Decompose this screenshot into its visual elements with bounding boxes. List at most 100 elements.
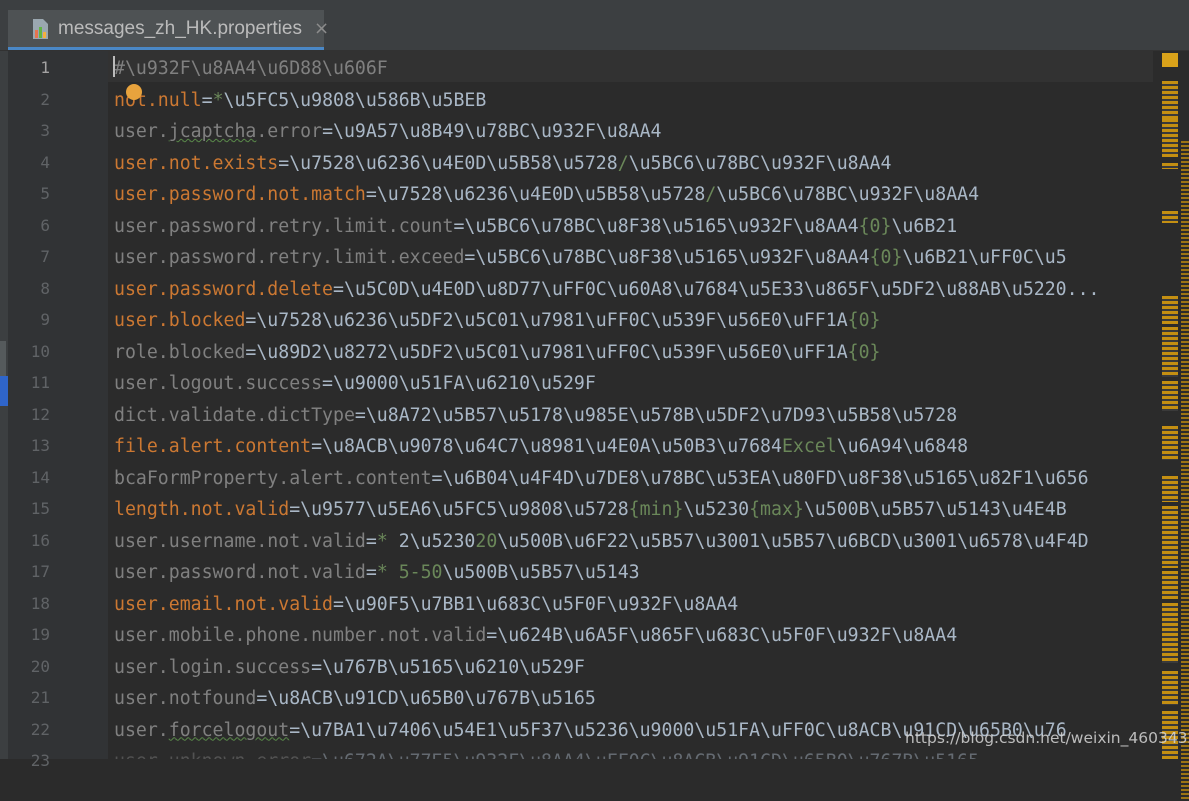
code-line[interactable]: dict.validate.dictType=\u8A72\u5B57\u517… — [114, 400, 957, 431]
line-number: 3 — [40, 121, 50, 140]
code-token: \u500B\u6F22\u5B57\u3001\u5B57\u6BCD\u30… — [497, 530, 1089, 552]
line-number: 16 — [30, 530, 50, 550]
line-number-gutter[interactable]: 1 2 3 4 5 6 7 8 9 10 11 12 13 14 15 16 17 18 19 20 21 22 23 — [8, 51, 108, 770]
line-number: 14 — [30, 467, 50, 487]
strip-active-marker — [0, 376, 8, 406]
code-token: =\u8A72\u5B57\u5178\u985E\u578B\u5DF2\u7… — [354, 404, 958, 426]
code-token: user.logout.success — [114, 373, 323, 394]
code-token: user.not.exists — [114, 152, 279, 174]
code-line[interactable]: user.jcaptcha.error=\u9A57\u8B49\u78BC\u… — [114, 116, 662, 147]
code-token: dict.validate.dictType — [114, 404, 355, 426]
code-token: =\u90F5\u7BB1\u683C\u5F0F\u932F\u8AA4 — [333, 593, 739, 615]
error-stripe-mark[interactable] — [1162, 476, 1178, 502]
code-token: =\u6B04\u4F4D\u7DE8\u78BC\u53EA\u80FD\u8… — [431, 467, 1089, 489]
code-token: {max} — [749, 499, 804, 520]
error-stripe-mark[interactable] — [1162, 381, 1178, 411]
editor-tab-bar: messages_zh_HK.properties × — [0, 0, 1189, 51]
tab-title: messages_zh_HK.properties — [58, 17, 302, 39]
code-line[interactable]: user.mobile.phone.number.not.valid=\u624… — [114, 620, 957, 651]
code-token: \u500B\u5B57\u5143\u4E4B — [803, 499, 1067, 520]
file-tab[interactable]: messages_zh_HK.properties × — [8, 10, 329, 50]
code-token: =\u7528\u6236\u4E0D\u5B58\u5728 — [365, 184, 706, 205]
inspection-status-icon[interactable] — [1162, 53, 1178, 67]
line-number: 13 — [30, 436, 50, 455]
code-token: user.mobile.phone.number.not.valid — [114, 625, 487, 646]
code-line[interactable]: user.logout.success=\u9000\u51FA\u6210\u… — [114, 368, 596, 399]
code-line[interactable]: bcaFormProperty.alert.content=\u6B04\u4F… — [114, 463, 1089, 494]
code-token: .error — [256, 121, 323, 142]
code-line[interactable]: user.blocked=\u7528\u6236\u5DF2\u5C01\u7… — [114, 305, 881, 336]
code-token: =\u9A57\u8B49\u78BC\u932F\u8AA4 — [322, 121, 662, 142]
code-token: {min} — [628, 499, 684, 520]
line-number: 22 — [30, 719, 50, 739]
code-token: user.password.retry.limit.count — [114, 215, 454, 237]
code-token: user.login.success — [114, 656, 312, 678]
error-stripe-mark[interactable] — [1162, 211, 1178, 223]
code-line[interactable]: length.not.valid=\u9577\u5EA6\u5FC5\u980… — [114, 494, 1067, 525]
properties-file-icon — [30, 18, 52, 40]
code-token: =\u7528\u6236\u5DF2\u5C01\u7981\uFF0C\u5… — [245, 310, 848, 331]
code-line[interactable]: user.password.retry.limit.count=\u5BC6\u… — [114, 211, 957, 242]
code-token: =\u624B\u6A5F\u865F\u683C\u5F0F\u932F\u8… — [486, 625, 958, 646]
code-line[interactable]: user.not.exists=\u7528\u6236\u4E0D\u5B58… — [114, 148, 891, 179]
error-stripe-mark[interactable] — [1162, 296, 1178, 324]
code-line[interactable]: user.password.not.valid=* 5-50\u500B\u5B… — [114, 557, 640, 588]
code-line[interactable]: user.password.delete=\u5C0D\u4E0D\u8D77\… — [114, 274, 1100, 305]
code-token: \u5BC6\u78BC\u932F\u8AA4 — [628, 152, 892, 174]
line-number: 8 — [40, 278, 50, 298]
code-token: user.username.not.valid — [114, 530, 366, 552]
line-number: 20 — [30, 656, 50, 676]
code-editor[interactable]: #\u932F\u8AA4\u6D88\u606F not.null=*\u5FC… — [114, 51, 1156, 759]
code-line[interactable]: user.login.success=\u767B\u5165\u6210\u5… — [114, 652, 585, 683]
watermark: https://blog.csdn.net/weixin_46034322 — [905, 729, 1189, 747]
code-token: user.password.not.match — [114, 184, 366, 205]
error-stripe-mark[interactable] — [1162, 506, 1178, 568]
code-token: =\u5BC6\u78BC\u8F38\u5165\u932F\u8AA4 — [464, 247, 870, 268]
code-token: length.not.valid — [114, 499, 290, 520]
code-token: {0} — [869, 247, 903, 268]
line-number: 4 — [40, 152, 50, 172]
code-line[interactable]: user.password.retry.limit.exceed=\u5BC6\… — [114, 242, 1067, 273]
code-token: user.password.not.valid — [114, 562, 366, 583]
code-token: user.password.retry.limit.exceed — [114, 247, 465, 268]
code-token: \u5BC6\u78BC\u932F\u8AA4 — [716, 184, 980, 205]
close-tab-icon[interactable]: × — [314, 18, 329, 39]
error-stripe-mark[interactable] — [1162, 603, 1178, 663]
tool-window-strip — [0, 51, 8, 759]
error-stripe-mark[interactable] — [1162, 671, 1178, 705]
line-number: 7 — [40, 247, 50, 266]
error-stripe-mark[interactable] — [1162, 119, 1178, 157]
line-number: 2 — [40, 89, 50, 109]
code-token: user.notfound — [114, 688, 257, 709]
code-line[interactable]: #\u932F\u8AA4\u6D88\u606F — [114, 53, 388, 84]
code-token: = — [201, 89, 213, 111]
code-token: user. — [114, 719, 169, 741]
code-line[interactable]: user.username.not.valid=* 2\u523020\u500… — [114, 526, 1089, 557]
error-stripe-mark[interactable] — [1162, 327, 1178, 377]
code-line[interactable]: user.password.not.match=\u7528\u6236\u4E… — [114, 179, 979, 210]
code-token: {0} — [847, 341, 881, 363]
code-token: \u6A94\u6848 — [836, 436, 969, 457]
code-line[interactable]: user.email.not.valid=\u90F5\u7BB1\u683C\… — [114, 589, 738, 620]
error-stripe-mark[interactable] — [1162, 163, 1178, 169]
code-token: user. — [114, 121, 169, 142]
code-token: =\u89D2\u8272\u5DF2\u5C01\u7981\uFF0C\u5… — [245, 341, 848, 363]
code-token: 2 — [398, 530, 410, 552]
code-line[interactable]: not.null=*\u5FC5\u9808\u586B\u5BEB — [114, 85, 486, 116]
error-stripe-mark[interactable] — [1162, 426, 1178, 460]
code-token: jcaptcha — [168, 121, 257, 142]
intention-bulb-icon[interactable] — [126, 84, 142, 100]
code-token: * 5-50 — [376, 562, 443, 583]
code-token: {0} — [847, 310, 881, 331]
error-stripe-scrollbar[interactable] — [1156, 51, 1189, 801]
code-token: user.password.delete — [114, 278, 333, 300]
code-line[interactable]: user.notfound=\u8ACB\u91CD\u65B0\u767B\u… — [114, 683, 596, 714]
code-token: role.blocked — [114, 341, 246, 363]
code-token: \u6B21 — [891, 215, 958, 237]
code-token: \u5230 — [683, 499, 750, 520]
code-token: / — [617, 152, 629, 174]
code-line[interactable]: role.blocked=\u89D2\u8272\u5DF2\u5C01\u7… — [114, 337, 881, 368]
error-stripe-mark[interactable] — [1162, 571, 1178, 599]
scrollbar-track-marks[interactable] — [1181, 141, 1189, 801]
code-line[interactable]: file.alert.content=\u8ACB\u9078\u64C7\u8… — [114, 431, 968, 462]
